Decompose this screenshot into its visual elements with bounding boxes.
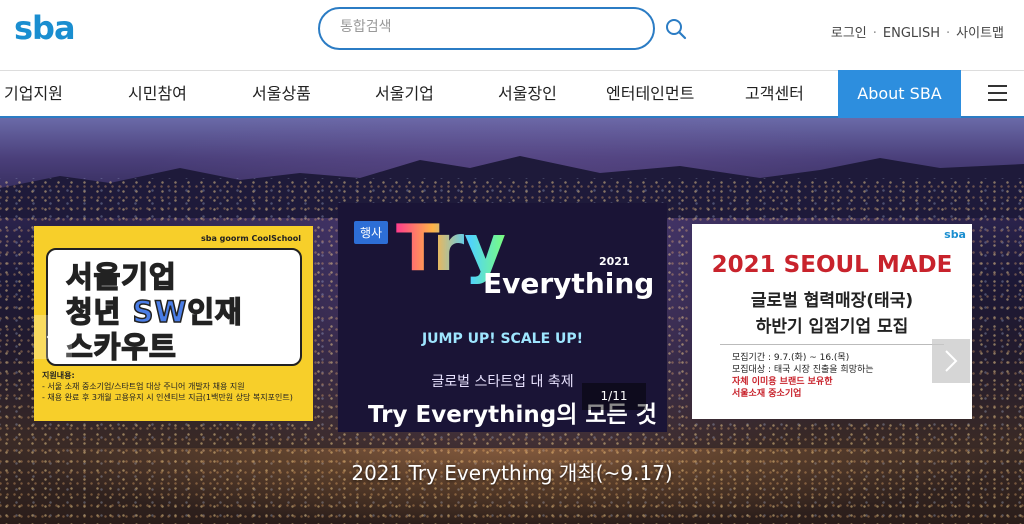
main-nav: 기업지원 시민참여 서울상품 서울기업 서울장인 엔터테인먼트 고객센터 Abo… [0, 70, 1024, 119]
site-header: sba 로그인 · ENGLISH · 사이트맵 [0, 0, 1024, 70]
hero-banner: sba goorm CoolSchool 서울기업 청년 SW인재 스카우트 지… [0, 118, 1024, 524]
card-info: 지원내용: - 서울 소재 중소기업/스타트업 대상 주니어 개발자 채용 지원… [42, 371, 293, 402]
nav-item-customer-center[interactable]: 고객센터 [745, 71, 804, 117]
prev-slide-button[interactable] [34, 315, 72, 359]
chevron-right-icon [945, 350, 958, 372]
slide-counter: 1/11 [582, 383, 646, 410]
everything-text: Everything [483, 267, 655, 300]
search-icon[interactable] [664, 17, 688, 41]
separator: · [872, 26, 877, 41]
chevron-left-icon [46, 326, 59, 348]
menu-icon[interactable] [988, 85, 1007, 102]
sba-logo-small: sba [944, 228, 966, 241]
utility-links: 로그인 · ENGLISH · 사이트맵 [829, 22, 1006, 41]
banner-card-sw-talent[interactable]: sba goorm CoolSchool 서울기업 청년 SW인재 스카우트 지… [34, 226, 313, 421]
nav-item-entertainment[interactable]: 엔터테인먼트 [606, 71, 694, 117]
nav-item-seoul-companies[interactable]: 서울기업 [375, 71, 434, 117]
slide-caption[interactable]: 2021 Try Everything 개최(~9.17) [0, 457, 1024, 486]
card-info: 모집기간 : 9.7.(화) ~ 16.(목) 모집대상 : 태국 시장 진출을… [732, 353, 874, 399]
divider [720, 344, 944, 345]
sitemap-link[interactable]: 사이트맵 [956, 26, 1004, 41]
nav-item-seoul-artisans[interactable]: 서울장인 [498, 71, 557, 117]
card-title: 2021 SEOUL MADE [711, 252, 953, 278]
card-title: 서울기업 청년 SW인재 스카우트 [65, 259, 243, 365]
separator: · [946, 26, 951, 41]
card-line-2: 하반기 입점기업 모집 [755, 317, 909, 337]
banner-card-seoul-made[interactable]: sba 2021 SEOUL MADE 글로벌 협력매장(태국) 하반기 입점기… [692, 224, 972, 419]
nav-item-seoul-products[interactable]: 서울상품 [252, 71, 311, 117]
title-box: 서울기업 청년 SW인재 스카우트 [46, 248, 302, 366]
nav-item-about-sba[interactable]: About SBA [838, 70, 961, 119]
event-badge: 행사 [354, 221, 389, 244]
search-input[interactable] [340, 19, 630, 35]
nav-item-citizen[interactable]: 시민참여 [128, 71, 187, 117]
sba-logo[interactable]: sba [14, 9, 76, 47]
nav-item-business-support[interactable]: 기업지원 [4, 71, 63, 117]
english-link[interactable]: ENGLISH [883, 26, 940, 41]
search-box [318, 7, 655, 50]
card-line-1: 글로벌 협력매장(태국) [750, 291, 914, 311]
partner-logos: sba goorm CoolSchool [201, 234, 301, 243]
login-link[interactable]: 로그인 [831, 26, 867, 41]
next-slide-button[interactable] [932, 339, 970, 383]
slogan: JUMP UP! SCALE UP! [421, 331, 584, 347]
